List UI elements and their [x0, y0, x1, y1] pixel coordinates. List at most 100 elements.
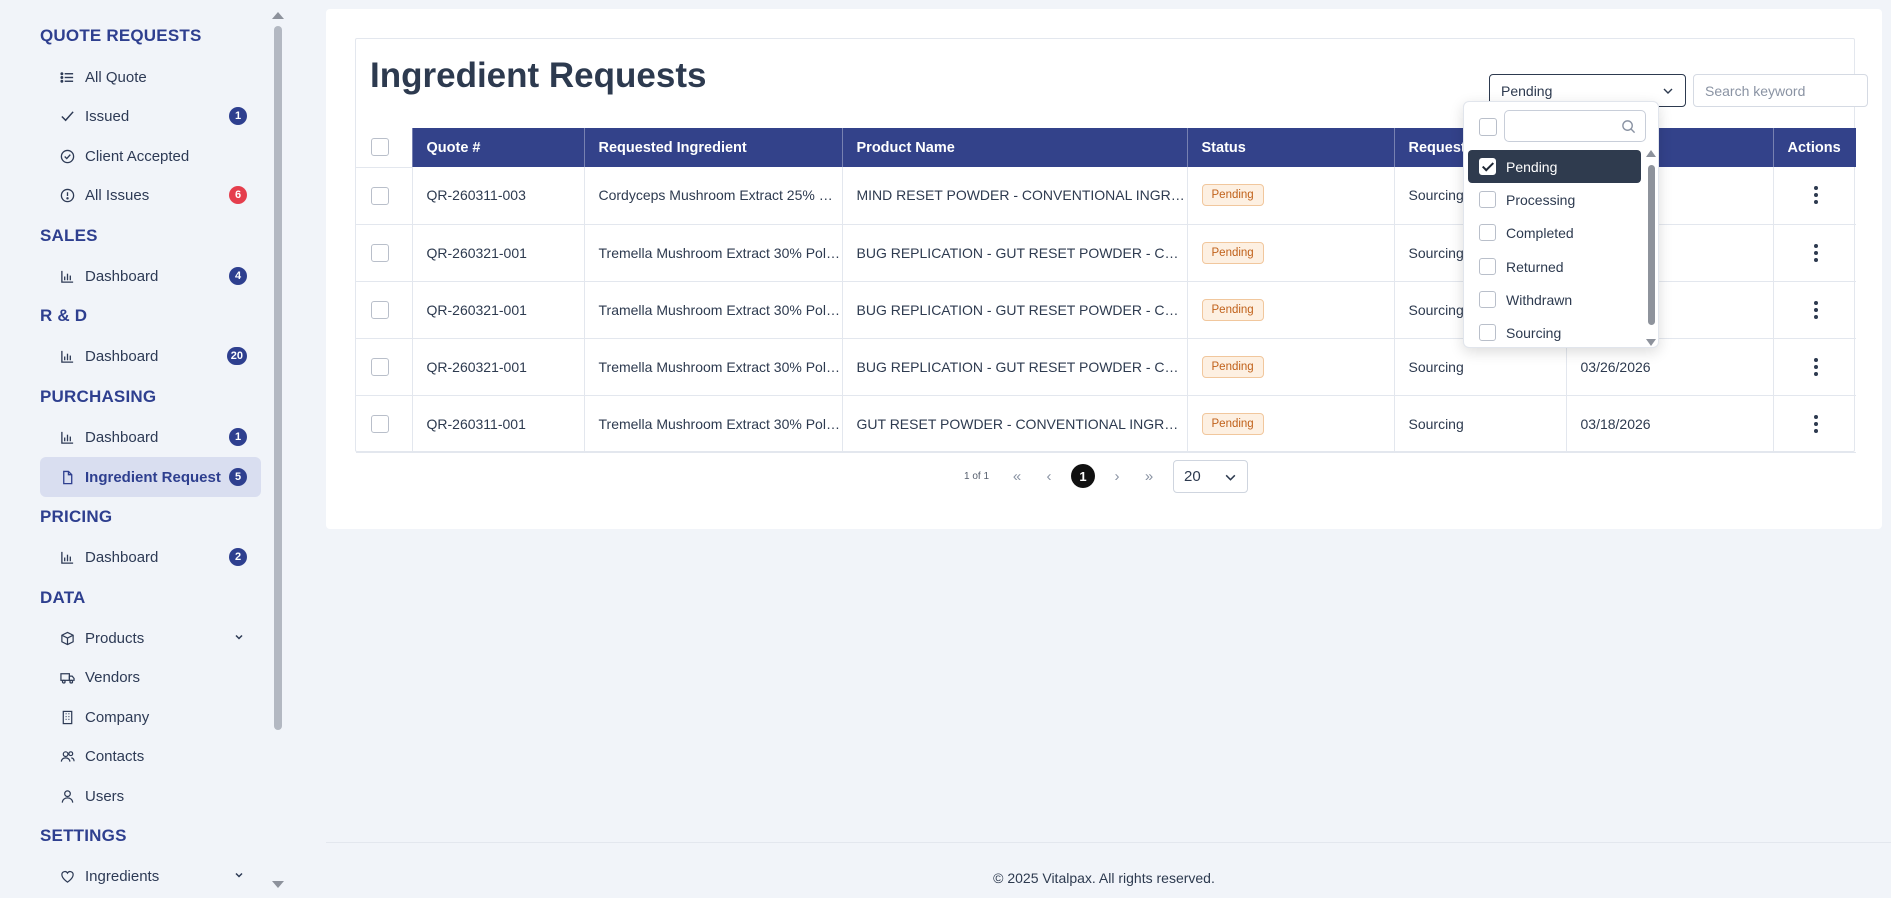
- sidebar-item-label: Client Accepted: [85, 147, 190, 165]
- sidebar-item-label: Issued: [85, 107, 130, 125]
- section-sales: SALES: [40, 226, 98, 245]
- sidebar-item-purchasing-dashboard[interactable]: Dashboard 1: [40, 417, 261, 457]
- sidebar-item-contacts[interactable]: Contacts: [40, 736, 261, 776]
- sidebar: QUOTE REQUESTS All Quote Issued 1 Client…: [19, 9, 285, 891]
- count-badge: 6: [229, 186, 247, 204]
- row-select-cell: [356, 395, 413, 453]
- first-page-icon[interactable]: «: [1001, 463, 1033, 489]
- scrollbar-thumb[interactable]: [274, 26, 282, 730]
- prev-page-icon[interactable]: ‹: [1033, 463, 1065, 489]
- search-keyword-input[interactable]: [1693, 74, 1868, 107]
- dropdown-search-input[interactable]: [1504, 110, 1646, 142]
- dropdown-option-processing[interactable]: Processing: [1468, 183, 1641, 216]
- option-checkbox: [1479, 291, 1496, 308]
- count-badge: 1: [229, 107, 247, 125]
- section-purchasing: PURCHASING: [40, 387, 157, 406]
- sidebar-item-client-accepted[interactable]: Client Accepted: [40, 136, 261, 176]
- sidebar-item-company[interactable]: Company: [40, 697, 261, 737]
- more-actions-icon[interactable]: [1813, 243, 1818, 262]
- building-icon: [59, 709, 75, 725]
- heart-icon: [59, 868, 75, 884]
- status-cell: Pending: [1187, 167, 1395, 225]
- next-page-icon[interactable]: ›: [1101, 463, 1133, 489]
- sidebar-item-all-issues[interactable]: All Issues 6: [40, 175, 261, 215]
- section-quote-requests: QUOTE REQUESTS: [40, 26, 202, 45]
- more-actions-icon[interactable]: [1813, 357, 1818, 376]
- chevron-down-icon: [1225, 474, 1236, 481]
- sidebar-item-all-quote[interactable]: All Quote: [40, 57, 261, 97]
- header-select-all: [356, 128, 413, 168]
- dropdown-option-sourcing[interactable]: Sourcing: [1468, 316, 1641, 347]
- sidebar-item-label: Dashboard: [85, 548, 159, 566]
- column-header[interactable]: Requested Ingredient: [584, 128, 843, 167]
- count-badge: 2: [229, 548, 247, 566]
- last-page-icon[interactable]: »: [1133, 463, 1165, 489]
- dropdown-scrollbar[interactable]: [1644, 148, 1658, 347]
- sidebar-item-label: Contacts: [85, 747, 145, 765]
- select-all-checkbox[interactable]: [371, 138, 389, 157]
- option-label: Returned: [1506, 258, 1564, 275]
- dropdown-option-withdrawn[interactable]: Withdrawn: [1468, 283, 1641, 316]
- option-label: Pending: [1506, 158, 1558, 175]
- dropdown-option-returned[interactable]: Returned: [1468, 250, 1641, 283]
- current-page-button[interactable]: 1: [1071, 464, 1096, 488]
- page-size-select[interactable]: 20: [1173, 459, 1249, 493]
- scrollbar-thumb[interactable]: [1648, 165, 1655, 325]
- scroll-down-icon[interactable]: [272, 881, 284, 888]
- more-actions-icon[interactable]: [1813, 300, 1818, 319]
- dropdown-option-completed[interactable]: Completed: [1468, 216, 1641, 249]
- column-header[interactable]: Status: [1187, 128, 1395, 167]
- ingredient-cell: Tramella Mushroom Extract 30% Polysaccha…: [584, 281, 843, 339]
- column-header[interactable]: Product Name: [842, 128, 1188, 167]
- status-cell: Pending: [1187, 338, 1395, 396]
- row-checkbox[interactable]: [371, 186, 389, 205]
- check-icon: [59, 108, 75, 124]
- sidebar-item-sales-dashboard[interactable]: Dashboard 4: [40, 256, 261, 296]
- status-dropdown-menu: Pending Processing Completed Returned Wi…: [1463, 101, 1659, 348]
- quote-cell: QR-260321-001: [412, 338, 585, 396]
- section-data: DATA: [40, 588, 86, 607]
- sidebar-item-vendors[interactable]: Vendors: [40, 657, 261, 697]
- count-badge: 20: [226, 347, 247, 365]
- package-icon: [59, 630, 75, 646]
- footer-divider: [326, 842, 1891, 843]
- check-circle-icon: [59, 148, 75, 164]
- sidebar-item-issued[interactable]: Issued 1: [40, 96, 261, 136]
- scroll-down-icon[interactable]: [1646, 339, 1656, 346]
- sidebar-item-pricing-dashboard[interactable]: Dashboard 2: [40, 537, 261, 577]
- status-badge: Pending: [1201, 298, 1264, 321]
- sidebar-item-label: All Issues: [85, 186, 150, 204]
- option-label: Withdrawn: [1506, 291, 1573, 308]
- more-actions-icon[interactable]: [1813, 414, 1818, 433]
- option-checkbox: [1479, 224, 1496, 241]
- more-actions-icon[interactable]: [1813, 186, 1818, 205]
- row-checkbox[interactable]: [371, 414, 389, 433]
- product-cell: GUT RESET POWDER - CONVENTIONAL INGREDIE…: [842, 395, 1188, 453]
- status-badge: Pending: [1201, 184, 1264, 207]
- date-cell: 03/18/2026: [1566, 395, 1774, 453]
- sidebar-item-ingredient-request[interactable]: Ingredient Request 5: [40, 457, 261, 497]
- sidebar-scrollbar[interactable]: [269, 9, 285, 891]
- truck-icon: [59, 669, 75, 685]
- sidebar-item-rnd-dashboard[interactable]: Dashboard 20: [40, 336, 261, 376]
- select-all-options-checkbox[interactable]: [1479, 118, 1497, 136]
- scroll-up-icon[interactable]: [272, 12, 284, 19]
- option-label: Processing: [1506, 191, 1576, 208]
- page-size-value: 20: [1184, 467, 1201, 485]
- row-checkbox[interactable]: [371, 357, 389, 376]
- section-settings: SETTINGS: [40, 826, 127, 845]
- sidebar-item-products[interactable]: Products: [40, 618, 261, 658]
- scroll-up-icon[interactable]: [1646, 150, 1656, 157]
- row-checkbox[interactable]: [371, 300, 389, 319]
- table-row[interactable]: QR-260311-001 Tremella Mushroom Extract …: [356, 395, 1856, 453]
- actions-cell: [1773, 224, 1856, 282]
- chevron-down-icon: [235, 872, 243, 878]
- row-select-cell: [356, 281, 413, 339]
- column-header[interactable]: Quote #: [412, 128, 585, 167]
- row-checkbox[interactable]: [371, 243, 389, 262]
- sidebar-item-ingredients[interactable]: Ingredients: [40, 856, 261, 891]
- dropdown-option-pending[interactable]: Pending: [1468, 150, 1641, 183]
- dropdown-header: [1464, 102, 1658, 148]
- status-badge: Pending: [1201, 241, 1264, 264]
- sidebar-item-users[interactable]: Users: [40, 776, 261, 816]
